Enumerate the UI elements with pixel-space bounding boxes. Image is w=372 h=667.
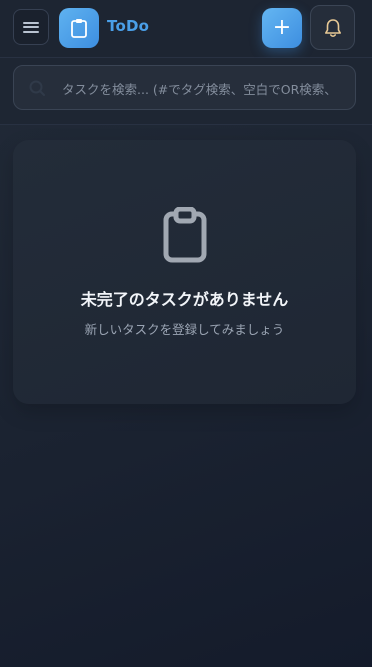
empty-state-card: 未完了のタスクがありません 新しいタスクを登録してみましょう xyxy=(13,140,356,404)
empty-state-title: 未完了のタスクがありません xyxy=(80,290,289,309)
app-header: ToDo + xyxy=(0,0,372,58)
add-task-button[interactable]: + xyxy=(262,8,302,48)
bell-icon xyxy=(324,18,341,37)
empty-state-subtitle: 新しいタスクを登録してみましょう xyxy=(84,322,285,337)
search-icon xyxy=(29,80,45,96)
clipboard-icon xyxy=(71,19,87,38)
plus-icon: + xyxy=(272,15,292,40)
app-logo[interactable] xyxy=(59,8,99,48)
search-bar: タスクを検索... (#でタグ検索、空白でOR検索、 xyxy=(0,58,372,125)
search-input[interactable]: タスクを検索... (#でタグ検索、空白でOR検索、 xyxy=(13,65,356,110)
search-placeholder: タスクを検索... (#でタグ検索、空白でOR検索、 xyxy=(62,82,337,97)
clipboard-icon xyxy=(163,207,207,263)
notifications-button[interactable] xyxy=(310,5,355,50)
menu-button[interactable] xyxy=(13,9,49,45)
menu-icon xyxy=(23,21,39,33)
app-title: ToDo xyxy=(107,17,150,35)
